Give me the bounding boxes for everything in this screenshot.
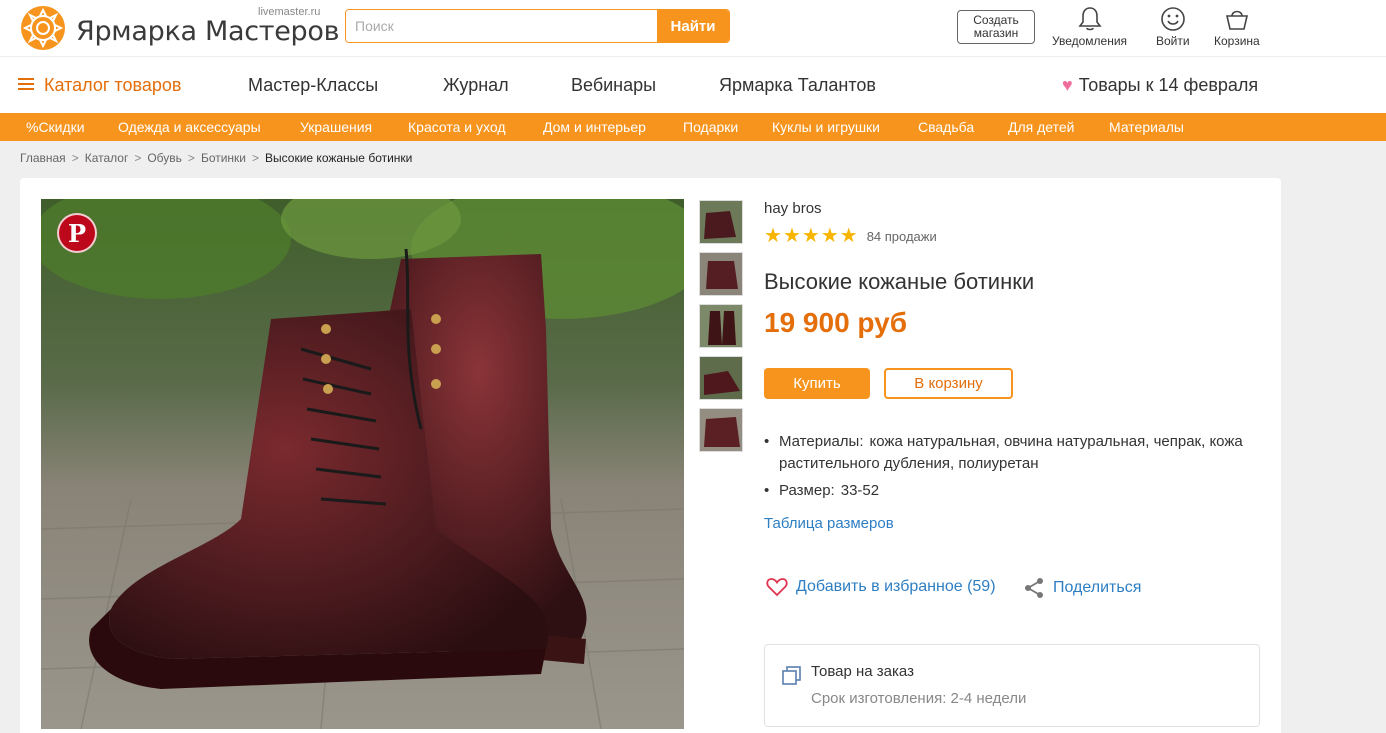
smile-icon	[1160, 7, 1185, 31]
breadcrumb-item[interactable]: Ботинки	[201, 151, 246, 165]
category-item[interactable]: Для детей	[1008, 119, 1074, 135]
product-price: 19 900 руб	[764, 307, 908, 338]
login-label: Войти	[1156, 34, 1190, 48]
rating: ★ ★ ★ ★ ★ 84 продажи	[764, 226, 937, 246]
cart-label: Корзина	[1214, 34, 1260, 48]
search-button[interactable]: Найти	[657, 10, 729, 42]
cart-button[interactable]: Корзина	[1214, 6, 1260, 48]
category-item[interactable]: %Скидки	[26, 119, 85, 135]
menu-icon	[18, 75, 34, 93]
nav-journal[interactable]: Журнал	[443, 75, 509, 96]
thumbnail[interactable]	[699, 200, 743, 244]
sales-count: 84 продажи	[866, 228, 937, 244]
breadcrumb-separator: >	[187, 151, 195, 165]
category-item[interactable]: Материалы	[1109, 119, 1184, 135]
category-item[interactable]: Красота и уход	[408, 119, 506, 135]
property-size: Размер: 33-52	[764, 480, 1244, 502]
copy-icon	[782, 666, 801, 685]
materials-label: Материалы:	[779, 433, 864, 450]
category-bar: %Скидки Одежда и аксессуары Украшения Кр…	[0, 113, 1386, 141]
product-title: Высокие кожаные ботинки	[764, 269, 1035, 294]
star-icon: ★	[764, 225, 782, 247]
star-icon: ★	[782, 225, 801, 247]
order-title: Товар на заказ	[811, 663, 914, 680]
add-to-favorites-button[interactable]: Добавить в избранное (59)	[766, 577, 996, 597]
notifications-button[interactable]: Уведомления	[1052, 6, 1127, 48]
search-bar: Найти	[345, 9, 730, 43]
product-properties: Материалы:кожа натуральная, овчина натур…	[764, 431, 1244, 507]
order-time: Срок изготовления: 2-4 недели	[811, 690, 1027, 707]
share-label: Поделиться	[1053, 579, 1142, 596]
thumbnail[interactable]	[699, 408, 743, 452]
breadcrumb-item[interactable]: Главная	[20, 151, 66, 165]
nav-catalog[interactable]: Каталог товаров	[18, 75, 181, 96]
product-photo[interactable]: P	[41, 199, 684, 729]
nav-webinars[interactable]: Вебинары	[571, 75, 656, 96]
category-item[interactable]: Украшения	[300, 119, 372, 135]
notifications-label: Уведомления	[1052, 34, 1128, 48]
breadcrumb-separator: >	[71, 151, 79, 165]
breadcrumb-separator: >	[134, 151, 142, 165]
product-card: P hay bros ★ ★ ★ ★ ★ 84 продажи Высокие …	[20, 178, 1281, 733]
svg-text:P: P	[68, 219, 86, 248]
size-label: Размер:	[779, 482, 835, 499]
nav-valentine[interactable]: ♥ Товары к 14 февраля	[1062, 75, 1258, 96]
thumbnail[interactable]	[699, 252, 743, 296]
seller-name[interactable]: hay bros	[764, 200, 822, 217]
property-materials: Материалы:кожа натуральная, овчина натур…	[764, 431, 1244, 475]
size-table-link[interactable]: Таблица размеров	[764, 515, 894, 532]
main-nav: Каталог товаров Мастер-Классы Журнал Веб…	[0, 57, 1386, 113]
logo-icon[interactable]	[20, 5, 66, 51]
pinterest-icon: P	[68, 219, 86, 248]
logo-text[interactable]: Ярмарка Мастеров	[76, 16, 339, 47]
bell-icon	[1077, 7, 1102, 31]
favorite-label: Добавить в избранное (59)	[796, 578, 996, 595]
header: Ярмарка Мастеров livemaster.ru Найти Соз…	[0, 0, 1386, 57]
breadcrumb-item[interactable]: Каталог	[85, 151, 129, 165]
thumbnail[interactable]	[699, 304, 743, 348]
thumbnail[interactable]	[699, 356, 743, 400]
breadcrumb-item[interactable]: Обувь	[147, 151, 182, 165]
breadcrumb: Главная > Каталог > Обувь > Ботинки > Высокие ко…	[20, 151, 412, 165]
category-item[interactable]: Куклы и игрушки	[772, 119, 880, 135]
nav-master-classes[interactable]: Мастер-Классы	[248, 75, 378, 96]
create-shop-label-2: магазин	[973, 26, 1019, 40]
star-icon: ★	[839, 225, 858, 247]
breadcrumb-separator: >	[252, 151, 260, 165]
buy-button[interactable]: Купить	[764, 368, 870, 399]
heart-outline-icon	[766, 578, 788, 597]
login-button[interactable]: Войти	[1156, 6, 1190, 48]
category-item[interactable]: Подарки	[683, 119, 738, 135]
pinterest-share-button[interactable]: P	[57, 213, 97, 253]
share-icon	[1025, 578, 1043, 598]
star-icon: ★	[820, 225, 839, 247]
nav-valentine-label: Товары к 14 февраля	[1078, 75, 1259, 95]
nav-talents[interactable]: Ярмарка Талантов	[719, 75, 876, 96]
category-item[interactable]: Свадьба	[918, 119, 974, 135]
made-to-order-box: Товар на заказ Срок изготовления: 2-4 не…	[764, 644, 1260, 727]
create-shop-button[interactable]: Создать магазин	[957, 10, 1035, 44]
thumbnail-list	[699, 200, 743, 460]
add-to-cart-button[interactable]: В корзину	[884, 368, 1013, 399]
heart-icon: ♥	[1062, 75, 1073, 95]
share-button[interactable]: Поделиться	[1023, 577, 1141, 599]
category-item[interactable]: Дом и интерьер	[543, 119, 646, 135]
nav-catalog-label: Каталог товаров	[44, 75, 182, 95]
search-input[interactable]	[346, 10, 657, 42]
basket-icon	[1225, 10, 1248, 30]
logo-subtitle: livemaster.ru	[258, 6, 321, 18]
size-value: 33-52	[840, 482, 880, 499]
category-item[interactable]: Одежда и аксессуары	[118, 119, 261, 135]
breadcrumb-current: Высокие кожаные ботинки	[265, 151, 413, 165]
star-icon: ★	[801, 225, 820, 247]
